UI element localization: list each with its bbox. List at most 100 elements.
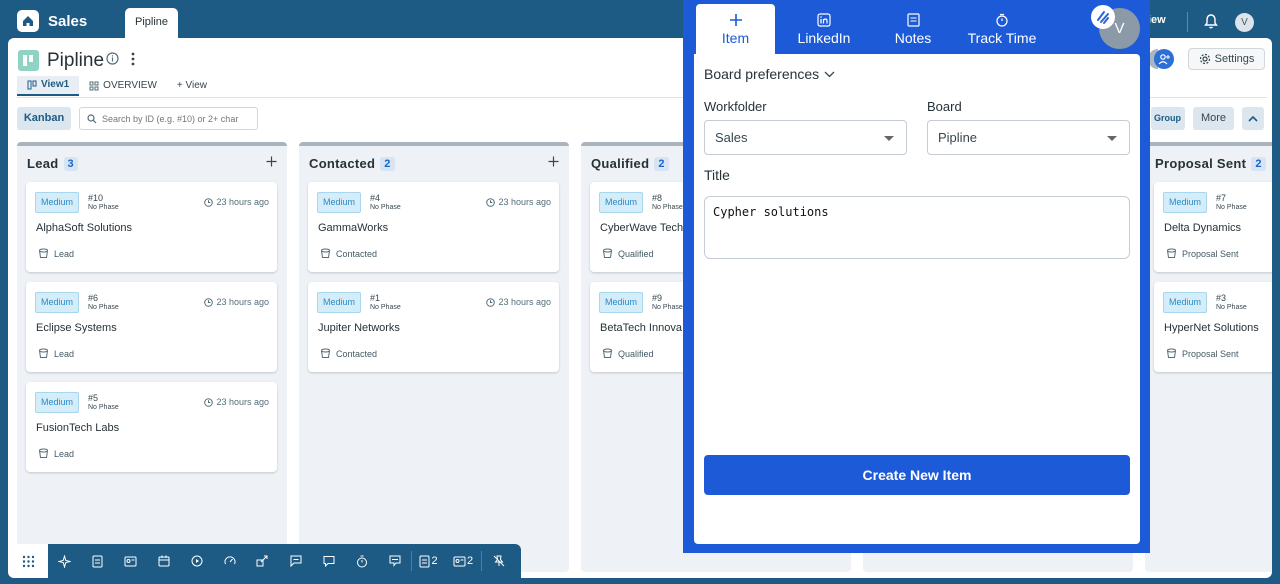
- kanban-button[interactable]: Kanban: [17, 107, 71, 130]
- bucket-icon: [39, 248, 48, 258]
- tab-view1[interactable]: View1: [17, 76, 80, 96]
- view-link[interactable]: iew: [1148, 14, 1166, 26]
- column-count: 2: [654, 156, 669, 171]
- card-phase: No Phase: [652, 204, 683, 211]
- gauge-icon[interactable]: [213, 544, 246, 578]
- tab-notes[interactable]: Notes: [873, 4, 953, 54]
- time-text: 23 hours ago: [498, 197, 551, 207]
- board-select[interactable]: Pipline: [927, 120, 1130, 155]
- clock-icon: [486, 297, 496, 307]
- title-input[interactable]: Cypher solutions: [704, 196, 1130, 259]
- card-status: Proposal Sent: [1166, 248, 1239, 259]
- tab-item[interactable]: Item: [696, 4, 775, 54]
- search-box[interactable]: [79, 107, 258, 130]
- tab-label: + View: [176, 80, 208, 91]
- column-header: Contacted 2: [309, 156, 395, 171]
- card-phase: No Phase: [88, 304, 119, 311]
- add-card-icon[interactable]: [266, 156, 277, 167]
- card-id: #5: [88, 393, 99, 403]
- workfolder-select[interactable]: Sales: [704, 120, 907, 155]
- card-id: #4: [370, 193, 381, 203]
- home-icon[interactable]: [17, 10, 39, 32]
- settings-button[interactable]: Settings: [1188, 48, 1265, 70]
- card-title: Jupiter Networks: [318, 322, 400, 334]
- add-user-icon[interactable]: [1154, 49, 1174, 69]
- play-circle-icon[interactable]: [180, 544, 213, 578]
- card[interactable]: Medium #5 No Phase 23 hours ago FusionTe…: [26, 382, 277, 472]
- card-phase: No Phase: [370, 304, 401, 311]
- card[interactable]: Medium #1 No Phase 23 hours ago Jupiter …: [308, 282, 559, 372]
- bucket-icon: [39, 448, 48, 458]
- bucket-icon: [321, 248, 330, 258]
- chevron-up-icon[interactable]: [1242, 107, 1264, 130]
- document-icon[interactable]: [81, 544, 114, 578]
- tab-label: View1: [41, 79, 70, 90]
- bucket-icon: [1167, 248, 1176, 258]
- message-icon[interactable]: [378, 544, 411, 578]
- info-icon[interactable]: [106, 52, 119, 65]
- pin-off-icon[interactable]: [482, 544, 515, 578]
- card-status: Contacted: [320, 248, 377, 259]
- grid-icon: [89, 81, 99, 91]
- group-button[interactable]: Group: [1151, 107, 1185, 130]
- tab-linkedin[interactable]: LinkedIn: [783, 4, 865, 54]
- card-id: #1: [370, 293, 381, 303]
- card-phase: No Phase: [1216, 204, 1247, 211]
- tab-label: Item: [721, 30, 750, 46]
- calendar-icon[interactable]: [147, 544, 180, 578]
- add-card-icon[interactable]: [548, 156, 559, 167]
- card-id: #8: [652, 193, 663, 203]
- status-text: Lead: [54, 348, 75, 359]
- tab-label: LinkedIn: [797, 30, 851, 46]
- tab-pipline[interactable]: Pipline: [125, 8, 178, 40]
- card-status: Proposal Sent: [1166, 348, 1239, 359]
- board-value: Pipline: [938, 130, 978, 145]
- sparkle-icon[interactable]: [48, 544, 81, 578]
- board-preferences-toggle[interactable]: Board preferences: [704, 66, 835, 82]
- column-header: Lead 3: [27, 156, 78, 171]
- linkedin-icon: [817, 13, 831, 27]
- time-text: 23 hours ago: [216, 197, 269, 207]
- create-new-item-button[interactable]: Create New Item: [704, 455, 1130, 495]
- tab-overview[interactable]: OVERVIEW: [79, 76, 167, 96]
- board-preferences-label: Board preferences: [704, 66, 820, 82]
- notes-count[interactable]: 2: [412, 544, 445, 578]
- comment-icon[interactable]: [312, 544, 345, 578]
- card-title: AlphaSoft Solutions: [36, 222, 133, 234]
- workspace-title[interactable]: Sales: [48, 13, 87, 30]
- timer-icon[interactable]: [345, 544, 378, 578]
- tab-track-time[interactable]: Track Time: [961, 4, 1043, 54]
- search-icon: [87, 113, 97, 123]
- avatar[interactable]: V: [1235, 13, 1254, 32]
- contacts-count[interactable]: 2: [445, 544, 481, 578]
- search-input[interactable]: [102, 113, 252, 124]
- bell-icon[interactable]: [1203, 13, 1219, 30]
- share-icon[interactable]: [246, 544, 279, 578]
- column-title: Proposal Sent: [1155, 156, 1247, 171]
- card[interactable]: Medium #3 No Phase HyperNet Solutions Pr…: [1154, 282, 1272, 372]
- card-title: CyberWave Tech: [600, 222, 684, 234]
- chat-icon[interactable]: [279, 544, 312, 578]
- card[interactable]: Medium #6 No Phase 23 hours ago Eclipse …: [26, 282, 277, 372]
- apps-grid-icon[interactable]: [8, 544, 48, 578]
- status-text: Proposal Sent: [1182, 348, 1239, 359]
- card-title: GammaWorks: [318, 222, 389, 234]
- kanban-icon: [27, 80, 37, 90]
- card-title: Delta Dynamics: [1164, 222, 1242, 234]
- workfolder-value: Sales: [715, 130, 748, 145]
- card-id: #10: [88, 193, 104, 203]
- column-title: Contacted: [309, 156, 376, 171]
- more-button[interactable]: More: [1193, 107, 1234, 130]
- card[interactable]: Medium #10 No Phase 23 hours ago AlphaSo…: [26, 182, 277, 272]
- id-card-icon[interactable]: [114, 544, 147, 578]
- tab-add-view[interactable]: + View: [167, 76, 217, 96]
- document-icon: [419, 555, 430, 567]
- workfolder-label: Workfolder: [704, 99, 767, 114]
- card-status: Qualified: [602, 348, 654, 359]
- status-text: Qualified: [618, 348, 654, 359]
- more-vert-icon[interactable]: [130, 52, 136, 66]
- card[interactable]: Medium #4 No Phase 23 hours ago GammaWor…: [308, 182, 559, 272]
- bucket-icon: [321, 348, 330, 358]
- card[interactable]: Medium #7 No Phase Delta Dynamics Propos…: [1154, 182, 1272, 272]
- priority-badge: Medium: [35, 192, 80, 213]
